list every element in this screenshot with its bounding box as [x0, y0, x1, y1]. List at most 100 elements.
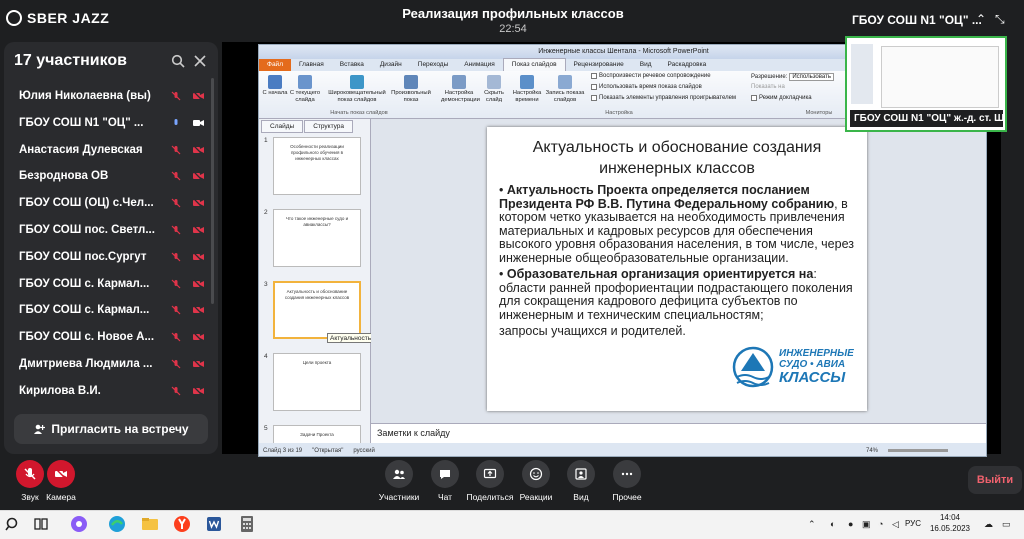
ribbon-from-start-button[interactable]: С начала	[261, 73, 289, 97]
camera-off-icon	[187, 144, 209, 155]
ribbon-timing-button[interactable]: Настройка времени	[511, 73, 543, 104]
participant-row[interactable]: Юлия Николаевна (вы)	[19, 83, 209, 109]
ppt-menu-tab[interactable]: Файл	[259, 59, 291, 71]
alice-assistant-icon[interactable]	[70, 515, 88, 533]
ribbon-from-current-button[interactable]: С текущего слайда	[289, 73, 321, 104]
camera-button[interactable]: Камера	[31, 460, 91, 502]
ppt-menu-tab[interactable]: Показ слайдов	[502, 58, 566, 72]
participant-name: Кирилова В.И.	[19, 384, 101, 397]
close-icon[interactable]	[193, 54, 207, 68]
participant-row[interactable]: ГБОУ СОШ с. Кармал...	[19, 271, 209, 297]
thumbnail-number: 3	[264, 281, 268, 288]
notifications-icon[interactable]: ▭	[1002, 519, 1011, 530]
checkbox-media-controls[interactable]: Показать элементы управления проигрывате…	[591, 95, 736, 101]
camera-off-icon	[187, 278, 209, 289]
participant-row[interactable]: Безроднова ОВ	[19, 163, 209, 189]
app-logo: SBER JAZZ	[6, 10, 109, 26]
participant-row[interactable]: ГБОУ СОШ пос. Светл...	[19, 217, 209, 243]
invite-button[interactable]: Пригласить на встречу	[14, 414, 208, 444]
status-zoom[interactable]: 74%	[866, 448, 878, 454]
participant-row[interactable]: ГБОУ СОШ (ОЦ) с.Чел...	[19, 190, 209, 216]
hide-slide-icon	[487, 75, 501, 89]
participant-name: Безроднова ОВ	[19, 170, 109, 183]
thumbnail-text: Что такое инженерные судо и авиаклассы?	[285, 216, 349, 227]
thumbnail-number: 2	[264, 209, 268, 216]
ribbon-setup-button[interactable]: Настройка демонстрации	[441, 73, 480, 104]
mic-off-icon	[165, 145, 187, 155]
mic-off-icon	[165, 332, 187, 342]
camera-off-icon	[187, 332, 209, 343]
ribbon-custom-show-button[interactable]: Произвольный показ	[391, 73, 431, 104]
status-theme: "Открытая"	[312, 447, 344, 454]
search-icon[interactable]	[171, 54, 185, 68]
slide-paragraph-3: запросы учащихся и родителей.	[499, 324, 686, 338]
participant-row[interactable]: ГБОУ СОШ пос.Сургут	[19, 244, 209, 270]
slide-thumbnail[interactable]: Цели проекта	[273, 353, 361, 411]
tray-language[interactable]: РУС	[905, 519, 921, 528]
camera-off-icon	[187, 91, 209, 101]
participant-row[interactable]: ГБОУ СОШ с. Новое А...	[19, 324, 209, 350]
custom-show-icon	[404, 75, 418, 89]
camera-off-icon	[55, 468, 67, 480]
participant-row[interactable]: ГБОУ СОШ N1 "ОЦ" ...	[19, 110, 209, 136]
leave-button[interactable]: Выйти	[968, 466, 1022, 494]
participant-row[interactable]: Кирилова В.И.	[19, 378, 209, 404]
slide-thumbnail[interactable]: Что такое инженерные судо и авиаклассы?	[273, 209, 361, 267]
participant-row[interactable]: Дмитриева Людмила ...	[19, 351, 209, 377]
task-view-icon[interactable]	[32, 515, 50, 533]
ppt-menu-tab[interactable]: Раскадровка	[660, 59, 715, 71]
slide-notes[interactable]: Заметки к слайду	[371, 423, 986, 443]
tray-chevron-up-icon[interactable]: ⌃	[808, 519, 816, 530]
ribbon-record-button[interactable]: Запись показа слайдов	[545, 73, 585, 104]
slide-thumbnail[interactable]: Актуальность и обоснование создания инже…	[273, 281, 361, 339]
ppt-menu-tab[interactable]: Вставка	[332, 59, 372, 71]
zoom-slider[interactable]	[888, 449, 948, 452]
ppt-menu-tab[interactable]: Главная	[291, 59, 332, 71]
ppt-menu-tab[interactable]: Рецензирование	[566, 59, 632, 71]
ppt-menu-tab[interactable]: Дизайн	[372, 59, 410, 71]
status-slide-count: Слайд 3 из 19	[263, 447, 303, 454]
slide-title: Актуальность и обоснование создания инже…	[532, 139, 822, 177]
ppt-menu-tab[interactable]: Переходы	[410, 59, 457, 71]
tray-camera-icon[interactable]: ▣	[862, 519, 871, 530]
participant-name: ГБОУ СОШ пос. Светл...	[19, 224, 155, 236]
word-icon[interactable]	[205, 515, 223, 533]
participant-row[interactable]: ГБОУ СОШ с. Кармал...	[19, 297, 209, 323]
camera-off-icon	[187, 305, 209, 316]
ribbon-broadcast-button[interactable]: Широковещательный показ слайдов	[325, 73, 389, 104]
tray-weather-icon[interactable]: ☁	[984, 519, 993, 530]
tab-outline[interactable]: Структура	[304, 120, 354, 133]
checkbox-timings[interactable]: Использовать время показа слайдов	[591, 84, 702, 90]
tray-network-icon[interactable]: ◐	[830, 519, 835, 529]
edge-browser-icon[interactable]	[108, 515, 126, 533]
participant-row[interactable]: Анастасия Дулевская	[19, 137, 209, 163]
search-icon[interactable]	[3, 515, 21, 533]
mic-off-icon	[165, 198, 187, 208]
checkbox-box	[591, 95, 597, 101]
participant-name: ГБОУ СОШ с. Кармал...	[19, 304, 150, 317]
slide-logo-text: ИНЖЕНЕРНЫЕ СУДО • АВИА КЛАССЫ	[779, 348, 854, 386]
calculator-icon[interactable]	[238, 515, 256, 533]
checkbox-narration[interactable]: Воспроизвести речевое сопровождение	[591, 73, 711, 79]
tray-clock[interactable]: 14:04 16.05.2023	[928, 512, 972, 534]
more-button[interactable]: Прочее	[597, 460, 657, 502]
slideshow-icon	[268, 75, 282, 89]
ppt-menu-tab[interactable]: Анимация	[456, 59, 503, 71]
ribbon-hide-slide-button[interactable]: Скрыть слайд	[481, 73, 507, 104]
slide-thumbnail[interactable]: Особенности реализации профильного обуче…	[273, 137, 361, 195]
yandex-browser-icon[interactable]	[173, 515, 191, 533]
participants-scrollbar[interactable]	[211, 78, 214, 304]
checkbox-presenter-view[interactable]: Режим докладчика	[751, 95, 812, 101]
file-explorer-icon[interactable]	[141, 515, 159, 533]
tray-mic-icon[interactable]: ●	[848, 519, 853, 529]
resolution-field[interactable]: Разрешение: Использовать	[751, 73, 834, 81]
show-on-field[interactable]: Показать на	[751, 84, 785, 90]
chevron-up-icon[interactable]: ⌃	[976, 12, 986, 26]
tray-wifi-icon[interactable]: ◔	[878, 519, 883, 529]
participant-name: ГБОУ СОШ пос.Сургут	[19, 250, 147, 263]
ppt-menu-tab[interactable]: Вид	[632, 59, 660, 71]
tab-slides[interactable]: Слайды	[261, 120, 304, 133]
tray-volume-icon[interactable]: ◁	[892, 519, 899, 530]
expand-icon[interactable]: ⤡	[995, 12, 1005, 27]
camera-off-icon	[187, 251, 209, 262]
